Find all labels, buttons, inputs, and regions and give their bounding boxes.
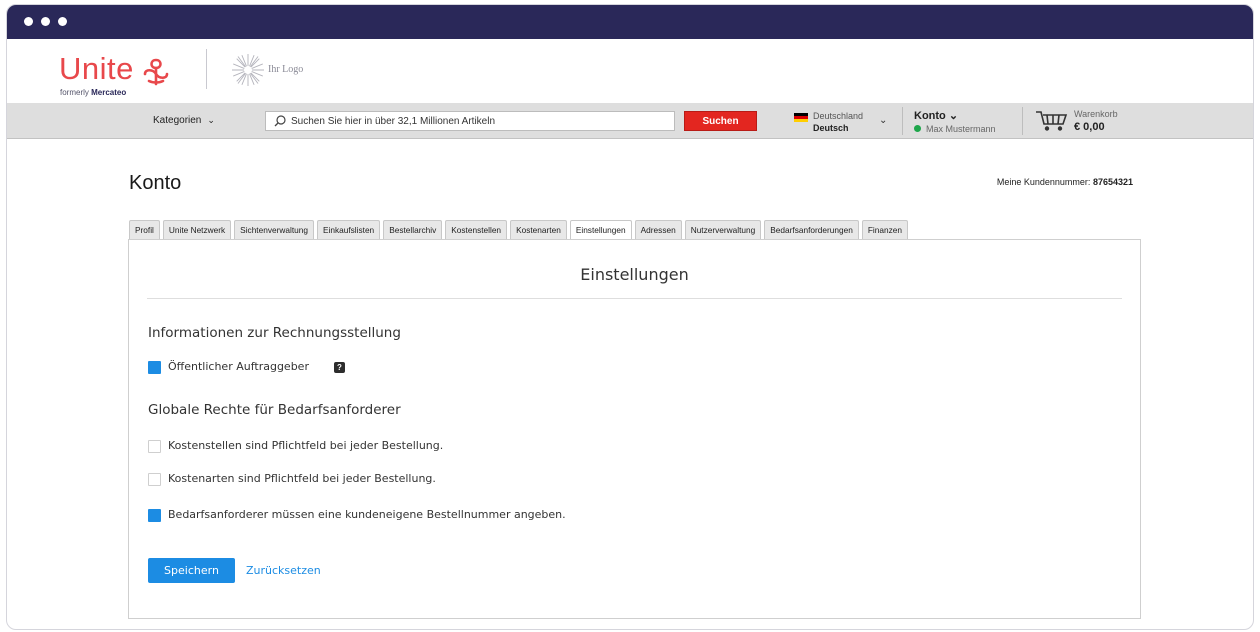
browser-window: Unite formerly Mercateo Ihr Logo Kategor… [6, 4, 1254, 630]
search-placeholder: Suchen Sie hier in über 32,1 Millionen A… [291, 116, 496, 127]
tab-unite-netzwerk[interactable]: Unite Netzwerk [162, 220, 232, 240]
tab-kostenarten[interactable]: Kostenarten [510, 220, 567, 240]
settings-divider [147, 298, 1122, 299]
help-icon[interactable]: ? [334, 362, 345, 373]
cost-types-option[interactable]: Kostenarten sind Pflichtfeld bei jeder B… [148, 472, 488, 488]
online-status-icon [914, 125, 921, 132]
cart-label: Warenkorb [1074, 109, 1118, 119]
save-button[interactable]: Speichern [148, 558, 235, 583]
page-title: Konto [129, 172, 182, 194]
rights-heading: Globale Rechte für Bedarfsanforderer [148, 402, 401, 418]
tab-adressen[interactable]: Adressen [634, 220, 682, 240]
german-flag-icon [794, 113, 808, 122]
formerly-prefix: formerly [60, 88, 89, 97]
brand-formerly: formerly Mercateo [60, 88, 126, 97]
order-number-label: Bedarfsanforderer müssen eine kundeneige… [168, 508, 566, 521]
customer-number-value: 87654321 [1092, 177, 1133, 187]
language-label: Deutsch [813, 123, 849, 133]
window-dot-icon[interactable] [58, 17, 67, 26]
language-selector[interactable]: Deutschland Deutsch ⌄ [791, 109, 891, 135]
country-label: Deutschland [813, 111, 864, 121]
logo-divider [206, 49, 207, 89]
formerly-name: Mercateo [91, 88, 127, 97]
brand-name: Unite [59, 51, 134, 86]
main-navbar: Kategorien ⌄ Suchen Sie hier in über 32,1… [7, 103, 1253, 139]
categories-menu[interactable]: Kategorien ⌄ [153, 115, 215, 126]
client-logo-label: Ihr Logo [268, 64, 304, 75]
public-client-checkbox[interactable] [148, 361, 161, 374]
window-dot-icon[interactable] [41, 17, 50, 26]
tab-sichtenverwaltung[interactable]: Sichtenverwaltung [234, 220, 314, 240]
starburst-logo-icon [232, 54, 264, 86]
tab-finanzen[interactable]: Finanzen [861, 220, 908, 240]
public-client-option[interactable]: Öffentlicher Auftraggeber ? [148, 360, 368, 376]
settings-panel: Einstellungen Informationen zur Rechnung… [128, 239, 1141, 619]
public-client-label: Öffentlicher Auftraggeber [168, 360, 309, 373]
chevron-down-icon: ⌄ [879, 115, 888, 126]
search-icon [274, 115, 286, 127]
cost-types-checkbox[interactable] [148, 473, 161, 486]
billing-heading: Informationen zur Rechnungsstellung [148, 325, 401, 341]
cost-centers-option[interactable]: Kostenstellen sind Pflichtfeld bei jeder… [148, 439, 488, 455]
order-number-option[interactable]: Bedarfsanforderer müssen eine kundeneige… [148, 508, 608, 524]
settings-title: Einstellungen [580, 265, 689, 284]
account-menu[interactable]: Konto ⌄ Max Mustermann [914, 107, 1014, 135]
tab-bedarfsanforderungen[interactable]: Bedarfsanforderungen [764, 220, 859, 240]
tab-profil[interactable]: Profil [129, 220, 160, 240]
customer-number-label: Meine Kundennummer: [996, 177, 1091, 187]
account-title: Konto ⌄ [914, 109, 958, 122]
tab-kostenstellen[interactable]: Kostenstellen [445, 220, 508, 240]
chevron-down-icon: ⌄ [207, 115, 215, 125]
account-label: Konto [914, 110, 946, 122]
logo-bar: Unite formerly Mercateo Ihr Logo [7, 39, 1253, 103]
search-button[interactable]: Suchen [684, 111, 757, 131]
tab-einkaufslisten[interactable]: Einkaufslisten [316, 220, 381, 240]
cart-icon[interactable] [1035, 110, 1069, 132]
window-dot-icon[interactable] [24, 17, 33, 26]
account-user: Max Mustermann [914, 124, 996, 134]
search-input[interactable]: Suchen Sie hier in über 32,1 Millionen A… [265, 111, 675, 131]
customer-number: Meine Kundennummer: 87654321 [997, 177, 1133, 187]
cost-types-label: Kostenarten sind Pflichtfeld bei jeder B… [168, 472, 436, 485]
tab-bestellarchiv[interactable]: Bestellarchiv [383, 220, 443, 240]
reset-link[interactable]: Zurücksetzen [246, 564, 321, 577]
account-tabs: Profil Unite Netzwerk Sichtenverwaltung … [129, 220, 911, 242]
nav-divider [902, 107, 903, 135]
account-user-name: Max Mustermann [926, 124, 996, 134]
tab-nutzerverwaltung[interactable]: Nutzerverwaltung [684, 220, 762, 240]
chevron-down-icon: ⌄ [948, 110, 959, 122]
cost-centers-checkbox[interactable] [148, 440, 161, 453]
order-number-checkbox[interactable] [148, 509, 161, 522]
categories-label: Kategorien [153, 115, 202, 126]
nav-divider [1022, 107, 1023, 135]
unite-knot-icon [143, 58, 169, 86]
cost-centers-label: Kostenstellen sind Pflichtfeld bei jeder… [168, 439, 444, 452]
window-titlebar [7, 5, 1253, 39]
cart-total: € 0,00 [1074, 121, 1105, 133]
